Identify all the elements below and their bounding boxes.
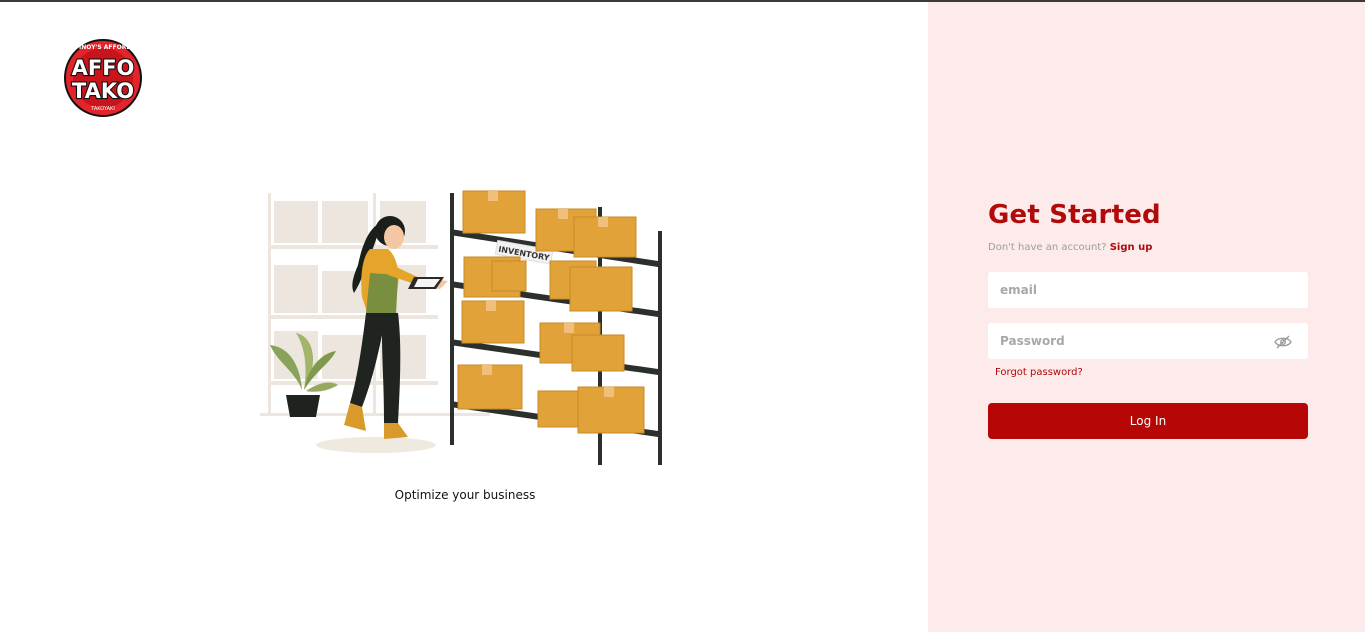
signup-link[interactable]: Sign up bbox=[1110, 242, 1153, 253]
logo-bottom-text: TAKOYAKI bbox=[90, 106, 115, 112]
auth-panel: Get Started Don't have an account? Sign … bbox=[928, 2, 1365, 632]
password-input[interactable] bbox=[988, 323, 1308, 359]
brand-logo: PINOY'S AFFORD AFFO TAKO TAKOYAKI bbox=[60, 38, 146, 118]
page-title: Get Started bbox=[988, 200, 1161, 230]
eye-off-icon[interactable] bbox=[1274, 334, 1292, 349]
logo-text-line2: TAKO bbox=[72, 79, 134, 103]
email-input[interactable] bbox=[988, 272, 1308, 308]
tagline: Optimize your business bbox=[394, 488, 536, 502]
forgot-password-link[interactable]: Forgot password? bbox=[995, 367, 1083, 378]
inventory-illustration: INVENTORY bbox=[258, 185, 668, 470]
logo-top-text: PINOY'S AFFORD bbox=[75, 44, 132, 51]
signup-prompt: Don't have an account? Sign up bbox=[988, 242, 1152, 253]
logo-text-line1: AFFO bbox=[72, 56, 135, 80]
login-button[interactable]: Log In bbox=[988, 403, 1308, 439]
left-panel: PINOY'S AFFORD AFFO TAKO TAKOYAKI INVENT… bbox=[0, 2, 928, 632]
password-field-wrapper bbox=[988, 323, 1308, 359]
no-account-text: Don't have an account? bbox=[988, 242, 1107, 253]
email-field-wrapper bbox=[988, 272, 1308, 308]
